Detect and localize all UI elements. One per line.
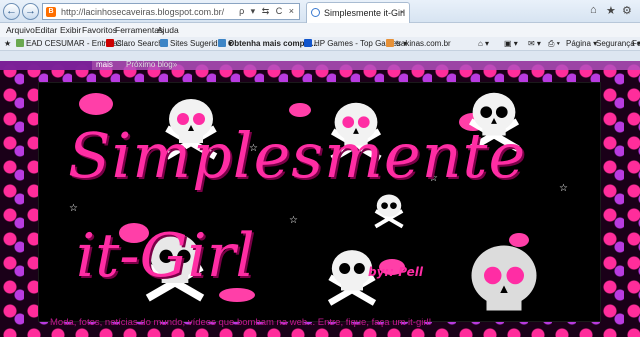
- menu-item-favoritos[interactable]: Favoritos: [82, 25, 117, 35]
- blog-description: Moda, fotos, notícias do mundo, vídeos q…: [50, 317, 432, 328]
- tab-title: Simplesmente it-Girl: [324, 8, 406, 18]
- page-menu[interactable]: Página ▾: [566, 39, 597, 48]
- blog-byline: by:: Pell: [368, 265, 424, 279]
- blog-title-line1[interactable]: Simplesmente: [68, 119, 526, 192]
- browser-chrome: ← → B http://lacinhosecaveiras.blogspot.…: [0, 0, 640, 61]
- favorite-link[interactable]: trakinas.com.br: [386, 39, 451, 48]
- navbar-next-blog-link[interactable]: Próximo blog»: [126, 61, 177, 69]
- star-icon: ☆: [559, 183, 568, 194]
- feeds-icon[interactable]: ▣ ▾: [504, 39, 518, 48]
- favorites-bar: ★ EAD CESUMAR - Entre as ... Claro Searc…: [0, 37, 640, 51]
- navbar-search-area[interactable]: [0, 61, 92, 70]
- title-bar: ← → B http://lacinhosecaveiras.blogspot.…: [0, 0, 640, 23]
- print-icon[interactable]: ⎙ ▾: [548, 39, 560, 49]
- site-icon: [386, 39, 394, 47]
- favorite-link[interactable]: Obtenha mais comple...: [218, 39, 318, 48]
- url-text: http://lacinhosecaveiras.blogspot.com.br…: [61, 7, 225, 17]
- address-bar[interactable]: B http://lacinhosecaveiras.blogspot.com.…: [42, 3, 300, 20]
- menu-item-exibir[interactable]: Exibir: [60, 25, 81, 35]
- blogger-navbar: mais Próximo blog»: [0, 61, 640, 70]
- star-icon: ☆: [69, 203, 78, 214]
- command-bar: [0, 51, 640, 61]
- menu-item-arquivo[interactable]: Arquivo: [6, 25, 35, 35]
- skull-crossbones-icon: [374, 194, 404, 229]
- back-button[interactable]: ←: [3, 3, 20, 20]
- skull-crossbones-icon: [471, 245, 537, 311]
- paint-splatter: [79, 93, 113, 115]
- tools-menu[interactable]: Fe: [632, 39, 640, 48]
- address-tools[interactable]: ρ ▾ ⇆ C ×: [239, 6, 296, 17]
- star-icon: ☆: [289, 215, 298, 226]
- site-icon: [160, 39, 168, 47]
- menu-item-ajuda[interactable]: Ajuda: [157, 25, 179, 35]
- tab-active[interactable]: Simplesmente it-Girl ×: [306, 2, 410, 23]
- back-arrow-icon: ←: [6, 5, 17, 17]
- site-icon: [106, 39, 114, 47]
- mail-icon[interactable]: ✉ ▾: [528, 39, 541, 48]
- site-icon: [304, 39, 312, 47]
- settings-gear-icon[interactable]: ⚙: [622, 4, 632, 17]
- favorites-star-icon[interactable]: ★: [606, 4, 616, 17]
- home-icon[interactable]: ⌂: [590, 4, 597, 16]
- site-icon: [218, 39, 226, 47]
- site-icon: [16, 39, 24, 47]
- blogger-favicon-icon: B: [46, 7, 56, 17]
- forward-button[interactable]: →: [22, 3, 39, 20]
- paint-splatter: [289, 103, 311, 117]
- tab-close-icon[interactable]: ×: [400, 7, 405, 17]
- forward-arrow-icon: →: [25, 5, 36, 17]
- favorites-star-icon[interactable]: ★: [4, 39, 11, 48]
- menu-item-editar[interactable]: Editar: [35, 25, 57, 35]
- blog-title-line2[interactable]: it-Girl: [76, 221, 255, 291]
- menu-item-ferramentas[interactable]: Ferramentas: [115, 25, 163, 35]
- menu-bar: Arquivo Editar Exibir Favoritos Ferramen…: [0, 23, 640, 37]
- home-icon[interactable]: ⌂ ▾: [478, 39, 489, 48]
- ie-favicon-icon: [311, 8, 320, 17]
- blog-page: mais Próximo blog» ☆ ☆ ☆ ☆ ☆ Simplesment…: [0, 61, 640, 337]
- favorite-link[interactable]: Claro Search: [106, 39, 163, 48]
- navbar-mais-link[interactable]: mais: [96, 61, 113, 69]
